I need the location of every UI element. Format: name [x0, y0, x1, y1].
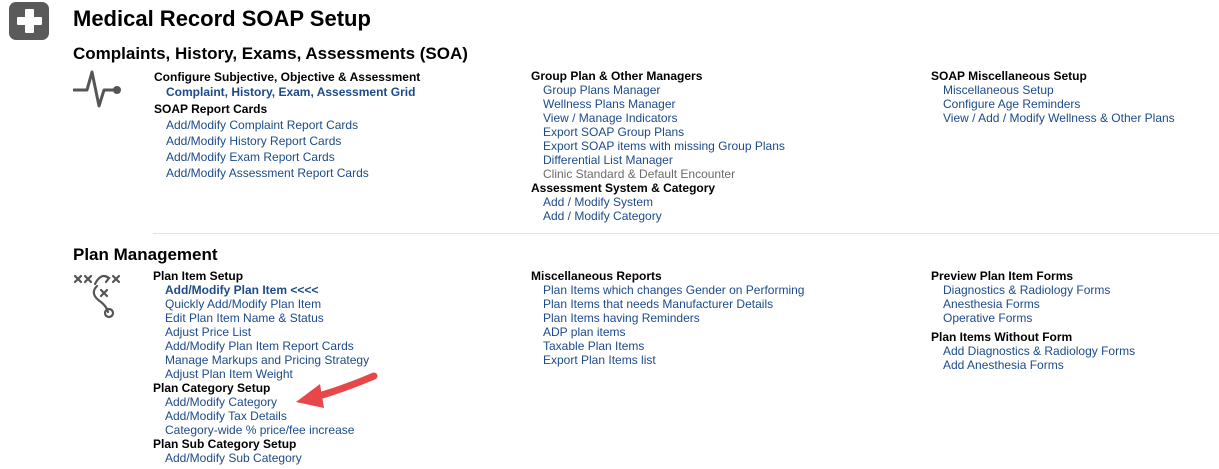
soa-col-managers: Group Plan & Other Managers Group Plans …: [531, 69, 785, 223]
red-arrow-icon: [296, 372, 378, 408]
link-manage-markups[interactable]: Manage Markups and Pricing Strategy: [153, 353, 369, 367]
group-heading: Group Plan & Other Managers: [531, 69, 703, 83]
link-wellness-other-plans[interactable]: View / Add / Modify Wellness & Other Pla…: [931, 111, 1175, 125]
strategy-play-icon: [73, 274, 121, 319]
link-taxable-plan-items[interactable]: Taxable Plan Items: [531, 339, 804, 353]
link-complaint-report-cards[interactable]: Add/Modify Complaint Report Cards: [154, 117, 420, 133]
link-clinic-standard-encounter[interactable]: Clinic Standard & Default Encounter: [531, 167, 785, 181]
group-heading: Plan Items Without Form: [931, 330, 1073, 344]
link-differential-list-manager[interactable]: Differential List Manager: [531, 153, 785, 167]
link-operative-forms[interactable]: Operative Forms: [931, 311, 1135, 325]
link-anesthesia-forms[interactable]: Anesthesia Forms: [931, 297, 1135, 311]
link-category-price-increase[interactable]: Category-wide % price/fee increase: [153, 423, 369, 437]
soa-col-configure: Configure Subjective, Objective & Assess…: [154, 70, 420, 181]
group-heading: SOAP Miscellaneous Setup: [931, 69, 1087, 83]
link-exam-report-cards[interactable]: Add/Modify Exam Report Cards: [154, 149, 420, 165]
link-export-group-plans[interactable]: Export SOAP Group Plans: [531, 125, 785, 139]
group-heading: Assessment System & Category: [531, 181, 716, 195]
group-heading: Preview Plan Item Forms: [931, 269, 1074, 283]
link-miscellaneous-setup[interactable]: Miscellaneous Setup: [931, 83, 1175, 97]
link-manufacturer-details[interactable]: Plan Items that needs Manufacturer Detai…: [531, 297, 804, 311]
link-adjust-price-list[interactable]: Adjust Price List: [153, 325, 369, 339]
link-group-plans-manager[interactable]: Group Plans Manager: [531, 83, 785, 97]
link-add-modify-assessment-category[interactable]: Add / Modify Category: [531, 209, 785, 223]
link-add-anesthesia-forms[interactable]: Add Anesthesia Forms: [931, 358, 1135, 372]
link-add-modify-plan-item[interactable]: Add/Modify Plan Item <<<<: [153, 283, 369, 297]
page-title: Medical Record SOAP Setup: [73, 6, 371, 31]
link-export-missing-group-plans[interactable]: Export SOAP items with missing Group Pla…: [531, 139, 785, 153]
group-heading: Configure Subjective, Objective & Assess…: [154, 70, 421, 84]
link-edit-plan-item-name[interactable]: Edit Plan Item Name & Status: [153, 311, 369, 325]
plan-col-setup: Plan Item Setup Add/Modify Plan Item <<<…: [153, 269, 369, 465]
link-assessment-report-cards[interactable]: Add/Modify Assessment Report Cards: [154, 165, 420, 181]
link-configure-age-reminders[interactable]: Configure Age Reminders: [931, 97, 1175, 111]
group-heading: SOAP Report Cards: [154, 102, 268, 116]
plan-col-forms: Preview Plan Item Forms Diagnostics & Ra…: [931, 269, 1135, 372]
link-wellness-plans-manager[interactable]: Wellness Plans Manager: [531, 97, 785, 111]
link-add-modify-sub-category[interactable]: Add/Modify Sub Category: [153, 451, 369, 465]
soa-col-misc: SOAP Miscellaneous Setup Miscellaneous S…: [931, 69, 1175, 125]
section-title-plan: Plan Management: [73, 245, 218, 264]
link-add-diagnostics-forms[interactable]: Add Diagnostics & Radiology Forms: [931, 344, 1135, 358]
link-add-modify-system[interactable]: Add / Modify System: [531, 195, 785, 209]
link-export-plan-items[interactable]: Export Plan Items list: [531, 353, 804, 367]
group-heading: Plan Item Setup: [153, 269, 244, 283]
group-heading: Miscellaneous Reports: [531, 269, 662, 283]
link-history-report-cards[interactable]: Add/Modify History Report Cards: [154, 133, 420, 149]
link-plan-item-report-cards[interactable]: Add/Modify Plan Item Report Cards: [153, 339, 369, 353]
link-gender-on-performing[interactable]: Plan Items which changes Gender on Perfo…: [531, 283, 804, 297]
link-plan-items-reminders[interactable]: Plan Items having Reminders: [531, 311, 804, 325]
group-heading: Plan Sub Category Setup: [153, 437, 297, 451]
section-title-soa: Complaints, History, Exams, Assessments …: [73, 44, 468, 63]
link-adp-plan-items[interactable]: ADP plan items: [531, 325, 804, 339]
section-divider: [153, 233, 1219, 234]
link-complaint-grid[interactable]: Complaint, History, Exam, Assessment Gri…: [154, 84, 420, 100]
link-manage-indicators[interactable]: View / Manage Indicators: [531, 111, 785, 125]
medical-cross-icon: [9, 2, 49, 40]
link-diagnostics-radiology-forms[interactable]: Diagnostics & Radiology Forms: [931, 283, 1135, 297]
link-quick-add-plan-item[interactable]: Quickly Add/Modify Plan Item: [153, 297, 369, 311]
heartbeat-icon: [73, 70, 121, 108]
plan-col-reports: Miscellaneous Reports Plan Items which c…: [531, 269, 804, 367]
